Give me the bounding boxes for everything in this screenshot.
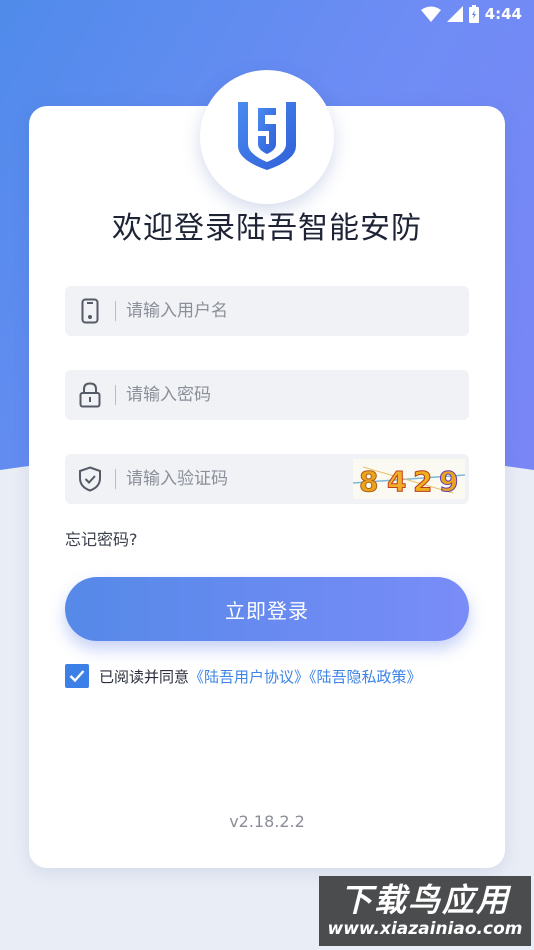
app-version: v2.18.2.2 xyxy=(229,812,305,831)
captcha-char: 4 xyxy=(387,465,406,498)
phone-icon xyxy=(65,298,115,324)
wifi-icon xyxy=(420,6,441,22)
agreement-checkbox[interactable] xyxy=(65,664,89,688)
watermark: 下载鸟应用 www.xiazainiao.com xyxy=(319,876,531,946)
login-button[interactable]: 立即登录 xyxy=(65,577,469,641)
app-logo xyxy=(200,70,334,204)
watermark-title: 下载鸟应用 xyxy=(339,881,510,919)
username-input[interactable] xyxy=(126,301,469,321)
page-title: 欢迎登录陆吾智能安防 xyxy=(112,211,422,246)
forgot-password-link[interactable]: 忘记密码? xyxy=(65,526,138,550)
field-separator xyxy=(115,469,116,489)
battery-icon xyxy=(468,5,479,23)
captcha-char: 8 xyxy=(359,465,378,498)
password-field[interactable] xyxy=(65,370,469,420)
captcha-field[interactable]: 8 4 2 9 xyxy=(65,454,469,504)
shield-check-icon xyxy=(65,466,115,492)
username-field[interactable] xyxy=(65,286,469,336)
shield-logo-icon xyxy=(236,100,298,174)
captcha-char: 9 xyxy=(439,465,458,498)
checkmark-icon xyxy=(69,670,85,683)
captcha-input[interactable] xyxy=(126,469,353,489)
captcha-image[interactable]: 8 4 2 9 xyxy=(353,459,465,499)
privacy-policy-link[interactable]: 《陆吾隐私政策》 xyxy=(309,668,422,686)
status-time: 4:44 xyxy=(484,5,522,23)
status-bar: 4:44 xyxy=(0,0,534,28)
user-agreement-link[interactable]: 《陆吾用户协议》 xyxy=(189,668,309,686)
cellular-signal-icon xyxy=(446,6,463,22)
lock-icon xyxy=(65,382,115,408)
field-separator xyxy=(115,301,116,321)
watermark-url: www.xiazainiao.com xyxy=(327,919,523,939)
agreement-row: 已阅读并同意《陆吾用户协议》《陆吾隐私政策》 xyxy=(65,664,422,688)
agreement-text: 已阅读并同意 xyxy=(99,667,190,686)
captcha-char: 2 xyxy=(413,465,432,498)
field-separator xyxy=(115,385,116,405)
password-input[interactable] xyxy=(126,385,469,405)
